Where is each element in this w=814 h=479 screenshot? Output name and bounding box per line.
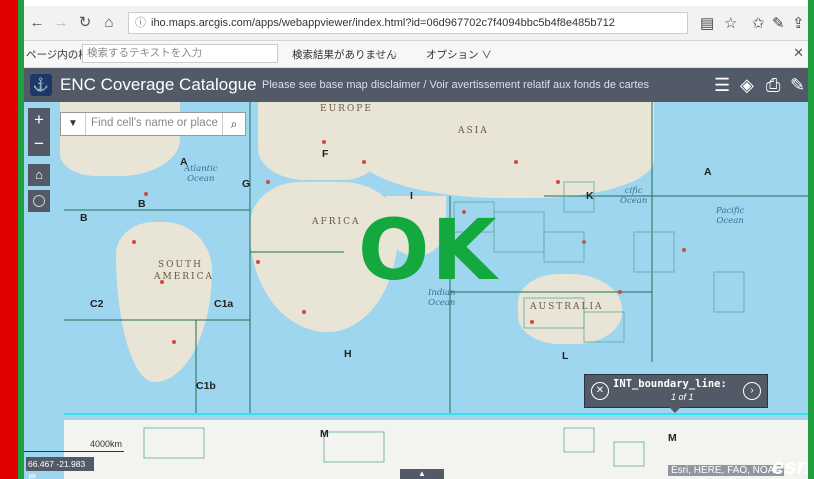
- refresh-icon[interactable]: ↻: [76, 14, 94, 32]
- star-icon[interactable]: ☆: [724, 14, 737, 32]
- disclaimer-link[interactable]: Please see base map disclaimer / Voir av…: [262, 79, 649, 91]
- layers-icon[interactable]: ◈: [740, 75, 754, 96]
- find-input[interactable]: 検索するテキストを入力: [82, 44, 278, 63]
- find-bar: ページ内の検索 検索するテキストを入力 検索結果がありません ‹› オプション …: [24, 41, 808, 68]
- ok-stamp: OK: [358, 201, 499, 299]
- search-widget: ▼ Find cell's name or place ⌕: [60, 112, 246, 136]
- forward-icon[interactable]: →: [52, 14, 70, 32]
- zone-g: G: [242, 178, 251, 190]
- popup-next-button[interactable]: ›: [743, 382, 761, 400]
- locate-button[interactable]: [28, 190, 50, 212]
- app-title: ENC Coverage Catalogue: [60, 75, 257, 94]
- popup-count: 1 of 1: [671, 392, 694, 402]
- label-asia: ASIA: [458, 126, 489, 136]
- measure-icon[interactable]: ✎: [790, 75, 805, 96]
- zone-b-west: B: [80, 212, 88, 224]
- label-pacific-ocean-west: cific Ocean: [620, 186, 648, 206]
- popup-title: INT_boundary_line:: [613, 378, 727, 390]
- label-europe: EUROPE: [320, 104, 373, 114]
- coordinates-readout: 66.467 -21.983 度: [26, 457, 94, 479]
- zone-a-west: A: [180, 156, 188, 168]
- popup-close-button[interactable]: ✕: [591, 382, 609, 400]
- locate-icon: [33, 195, 45, 207]
- map-view[interactable]: EUROPE ASIA AFRICA SOUTH AMERICA AUSTRAL…: [24, 102, 808, 479]
- zone-h: H: [344, 348, 352, 360]
- browser-window: ← → ↻ ⌂ ⓘ iho.maps.arcgis.com/apps/webap…: [24, 6, 808, 479]
- label-africa: AFRICA: [312, 217, 361, 227]
- zoom-out-button[interactable]: −: [28, 132, 50, 156]
- map-home-button[interactable]: ⌂: [28, 164, 50, 186]
- label-america: AMERICA: [154, 272, 215, 282]
- search-icon[interactable]: ⌕: [222, 113, 245, 135]
- print-icon[interactable]: ⎙: [766, 75, 780, 96]
- iho-logo-icon: ⚓: [30, 74, 52, 96]
- pen-icon[interactable]: ✎: [772, 14, 785, 32]
- zone-b-east: B: [138, 198, 146, 210]
- close-icon[interactable]: ✕: [793, 45, 804, 61]
- map-attribution: Esri, HERE, FAO, NOAA: [668, 465, 785, 476]
- label-south: SOUTH: [158, 260, 203, 270]
- reading-view-icon[interactable]: ▤: [700, 14, 714, 32]
- south-america-land: [116, 222, 212, 382]
- scale-label: 4000km: [90, 439, 123, 449]
- zone-m-west: M: [320, 428, 329, 440]
- url-text: iho.maps.arcgis.com/apps/webappviewer/in…: [151, 17, 615, 29]
- address-bar[interactable]: ⓘ iho.maps.arcgis.com/apps/webappviewer/…: [128, 12, 688, 34]
- label-atlantic-ocean: Atlantic Ocean: [184, 164, 218, 184]
- find-prev-next[interactable]: ‹›: [376, 45, 409, 61]
- legend-icon[interactable]: ☰: [714, 75, 730, 96]
- find-options[interactable]: オプション ∨: [426, 47, 492, 62]
- share-icon[interactable]: ⇪: [792, 14, 805, 32]
- search-source-dropdown[interactable]: ▼: [61, 113, 86, 135]
- search-input[interactable]: Find cell's name or place: [91, 117, 218, 129]
- back-icon[interactable]: ←: [28, 14, 46, 32]
- zone-a-east: A: [704, 166, 712, 178]
- favorites-icon[interactable]: ✩: [752, 14, 765, 32]
- attribute-table-toggle[interactable]: ▲: [400, 469, 444, 479]
- zone-f: F: [322, 148, 329, 160]
- home-icon[interactable]: ⌂: [100, 14, 118, 32]
- asia-land: [354, 102, 654, 198]
- zone-c1b: C1b: [196, 380, 216, 392]
- label-pacific-ocean-east: Pacific Ocean: [716, 206, 745, 226]
- zoom-control: + −: [28, 108, 50, 156]
- zone-m-east: M: [668, 432, 677, 444]
- scale-line: [24, 451, 124, 452]
- zone-k: K: [586, 190, 594, 202]
- zone-c1a: C1a: [214, 298, 234, 310]
- esri-logo: esri: [772, 454, 808, 479]
- left-red-bar: [0, 0, 18, 479]
- popup-pointer: [669, 407, 681, 413]
- app-header: ⚓ ENC Coverage Catalogue Please see base…: [24, 68, 808, 102]
- zoom-in-button[interactable]: +: [28, 108, 50, 132]
- zone-l: L: [562, 350, 569, 362]
- label-australia: AUSTRALIA: [530, 302, 604, 312]
- feature-popup: ✕ INT_boundary_line: 1 of 1 ›: [584, 374, 768, 413]
- zone-c2: C2: [90, 298, 104, 310]
- info-icon: ⓘ: [135, 17, 146, 29]
- browser-toolbar: ← → ↻ ⌂ ⓘ iho.maps.arcgis.com/apps/webap…: [24, 6, 808, 41]
